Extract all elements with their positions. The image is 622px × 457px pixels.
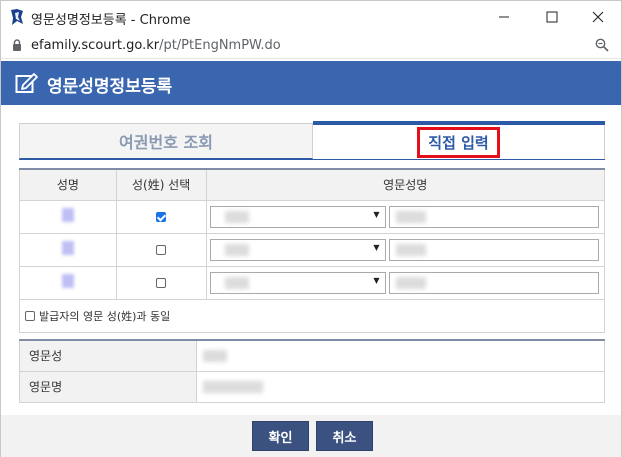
english-given-name-input[interactable] [388, 205, 599, 228]
tab-passport-lookup[interactable]: 여권번호 조회 [19, 123, 313, 159]
english-given-name-input[interactable] [388, 271, 599, 294]
cancel-button[interactable]: 취소 [316, 421, 373, 451]
url-text[interactable]: efamily.scourt.go.kr/pt/PtEngNmPW.do [31, 38, 281, 53]
same-as-issuer-label: 발급자의 영문 성(姓)과 동일 [39, 309, 171, 323]
english-surname-value [196, 339, 605, 372]
name-cell [19, 265, 117, 300]
surname-checkbox[interactable] [156, 245, 167, 255]
english-surname-select[interactable]: ▼ [209, 271, 386, 294]
redacted-value [395, 243, 426, 256]
url-host: efamily.scourt.go.kr [31, 38, 160, 53]
english-name-cell: ▼ [205, 199, 606, 234]
redacted-value [395, 210, 426, 223]
column-header-english-name: 영문성명 [205, 168, 606, 201]
tab-direct-input[interactable]: 직접 입력 [313, 125, 605, 159]
summary-row-surname: 영문성 [19, 339, 605, 372]
maximize-button[interactable] [529, 1, 575, 33]
surname-select-cell [115, 232, 207, 267]
redacted-value [203, 350, 227, 363]
table-row: ▼ [19, 265, 606, 300]
redacted-name [61, 208, 74, 222]
english-surname-label: 영문성 [19, 339, 197, 372]
zoom-icon[interactable] [595, 38, 609, 55]
confirm-button[interactable]: 확인 [252, 421, 309, 451]
lock-icon[interactable] [12, 39, 22, 55]
table-row: ▼ [19, 232, 606, 267]
button-bar: 확인 취소 [1, 415, 621, 457]
tab-direct-input-label: 직접 입력 [417, 126, 500, 158]
name-cell [19, 199, 117, 234]
summary-table: 영문성 영문명 [19, 339, 605, 403]
column-header-name: 성명 [19, 168, 117, 201]
table-row: ▼ [19, 199, 606, 234]
english-surname-select[interactable]: ▼ [209, 238, 386, 261]
tab-divider [19, 159, 605, 160]
same-as-issuer-checkbox[interactable] [25, 310, 35, 321]
dropdown-arrow-icon: ▼ [373, 275, 380, 285]
app-logo-icon [9, 8, 25, 26]
summary-row-given: 영문명 [19, 370, 605, 403]
english-given-name-value [196, 370, 605, 403]
english-surname-select[interactable]: ▼ [209, 205, 386, 228]
surname-select-cell [115, 199, 207, 234]
redacted-value [224, 210, 249, 223]
minimize-button[interactable] [481, 1, 527, 33]
table-header-row: 성명 성(姓) 선택 영문성명 [19, 168, 606, 201]
edit-icon [15, 72, 39, 97]
redacted-value [395, 276, 426, 289]
column-header-surname-select: 성(姓) 선택 [115, 168, 207, 201]
address-bar[interactable]: efamily.scourt.go.kr/pt/PtEngNmPW.do [1, 33, 621, 59]
redacted-value [203, 381, 263, 393]
surname-checkbox[interactable] [156, 212, 167, 222]
redacted-name [61, 241, 74, 255]
page-title: 영문성명정보등록 [47, 77, 173, 97]
url-path: /pt/PtEngNmPW.do [159, 38, 281, 53]
close-button[interactable] [575, 1, 621, 33]
window-title: 영문성명정보등록 - Chrome [31, 13, 191, 28]
name-entry-table: 성명 성(姓) 선택 영문성명 ▼ ▼ ▼ 발급자의 영문 성(姓)과 동일 [19, 168, 606, 333]
english-given-name-input[interactable] [388, 238, 599, 261]
dropdown-arrow-icon: ▼ [373, 242, 380, 252]
redacted-value [224, 276, 249, 289]
dropdown-arrow-icon: ▼ [373, 209, 380, 219]
same-as-issuer-cell[interactable]: 발급자의 영문 성(姓)과 동일 [19, 298, 605, 333]
redacted-value [224, 243, 249, 256]
title-bar: 영문성명정보등록 - Chrome [1, 1, 621, 33]
english-given-name-label: 영문명 [19, 370, 197, 403]
redacted-name [61, 274, 74, 288]
page-header: 영문성명정보등록 [1, 61, 621, 105]
same-as-issuer-row: 발급자의 영문 성(姓)과 동일 [19, 298, 605, 333]
surname-select-cell [115, 265, 207, 300]
surname-checkbox[interactable] [156, 278, 167, 288]
english-name-cell: ▼ [205, 232, 606, 267]
name-cell [19, 232, 117, 267]
english-name-cell: ▼ [205, 265, 606, 300]
browser-window: 영문성명정보등록 - Chrome efamily.scourt.go.kr/p… [0, 0, 622, 457]
dialog-content: 여권번호 조회 직접 입력 성명 성(姓) 선택 영문성명 ▼ ▼ ▼ 발급자의… [1, 105, 621, 457]
